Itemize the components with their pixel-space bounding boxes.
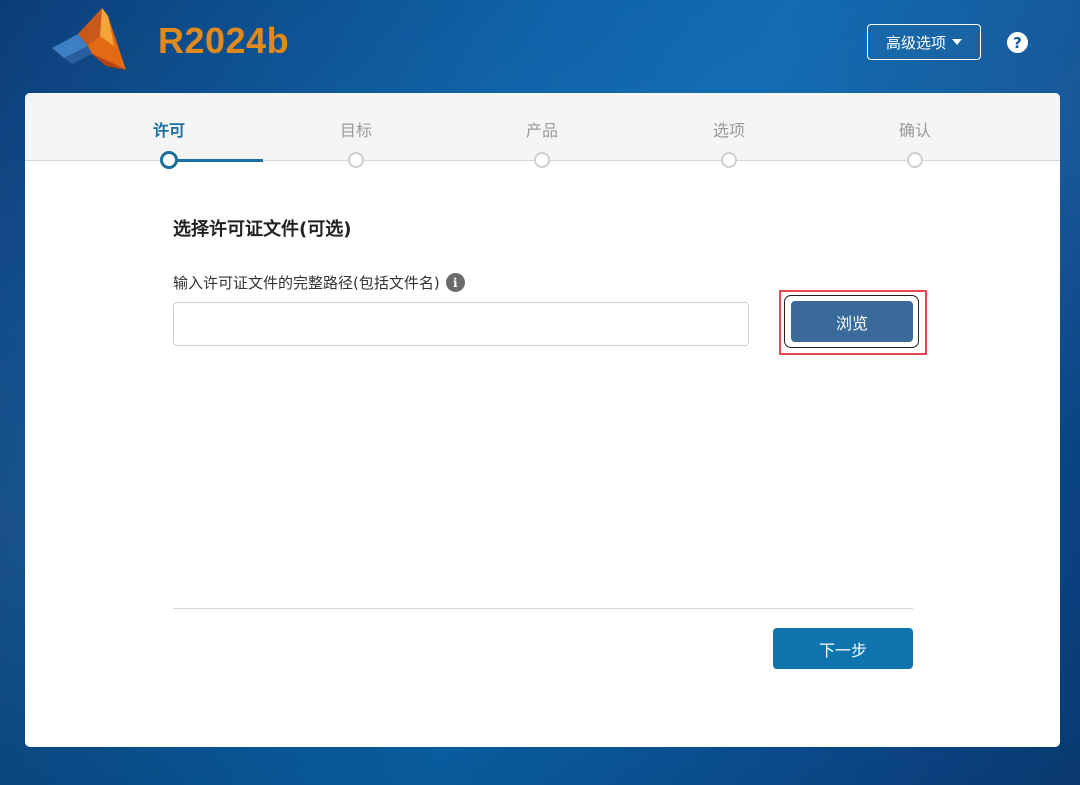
advanced-options-button[interactable]: 高级选项 [867,24,981,60]
next-button[interactable]: 下一步 [773,628,913,669]
step-license: 许可 [152,121,186,140]
installer-card: 许可 目标 产品 选项 确认 选择许可证文件(可选) 输入许可证文件的完整路径(… [25,93,1060,747]
step-indicator: 许可 目标 产品 选项 确认 [25,93,1060,161]
license-path-label: 输入许可证文件的完整路径(包括文件名) i [173,272,465,293]
info-icon[interactable]: i [445,273,465,292]
step-dot-target [348,152,364,168]
step-products: 产品 [525,121,559,140]
section-title: 选择许可证文件(可选) [173,219,352,240]
version-label: R2024b [158,20,290,61]
license-path-label-text: 输入许可证文件的完整路径(包括文件名) [173,274,440,292]
browse-button[interactable]: 浏览 [791,301,913,342]
help-icon[interactable]: ? [1007,32,1028,53]
step-dot-confirm [907,152,923,168]
step-dot-options [721,152,737,168]
footer-divider [173,608,913,609]
step-options: 选项 [712,121,746,140]
matlab-logo-icon [52,8,126,70]
license-path-input[interactable] [173,302,749,346]
step-target: 目标 [339,121,373,140]
caret-down-icon [952,39,962,45]
step-progress-line [169,159,263,162]
step-confirm: 确认 [898,121,932,140]
advanced-options-label: 高级选项 [885,33,946,52]
step-dot-license [160,151,178,169]
step-dot-products [534,152,550,168]
